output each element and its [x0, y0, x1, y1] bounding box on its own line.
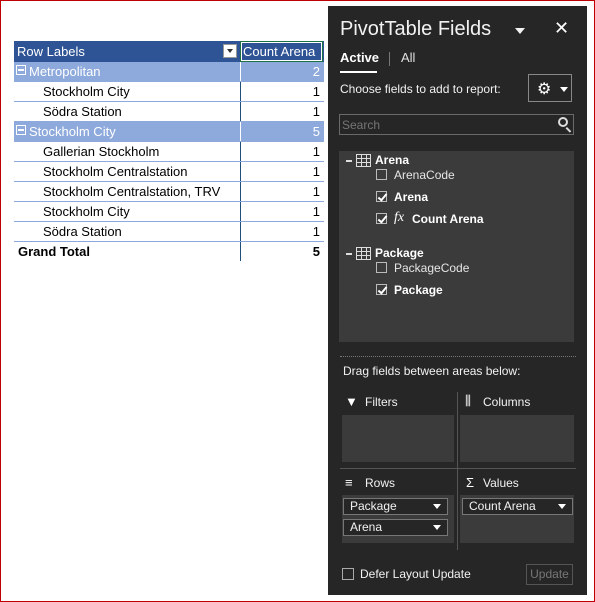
item-count[interactable]: 1 — [240, 162, 323, 181]
group-label: Stockholm City — [29, 124, 116, 139]
field-label[interactable]: PackageCode — [394, 261, 469, 275]
field-checkbox-count-arena[interactable] — [376, 213, 387, 224]
grand-total-count[interactable]: 5 — [240, 242, 323, 261]
field-label[interactable]: Count Arena — [412, 212, 484, 226]
tab-active[interactable]: Active — [340, 50, 379, 73]
group-count[interactable]: 2 — [240, 62, 323, 81]
search-input[interactable] — [339, 114, 574, 135]
values-field-chip-count-arena[interactable]: Count Arena — [462, 498, 573, 515]
group-count[interactable]: 5 — [240, 122, 323, 141]
pivot-item-row[interactable]: Södra Station 1 — [14, 222, 324, 242]
filters-drop-area[interactable] — [342, 415, 454, 462]
item-count[interactable]: 1 — [240, 82, 323, 101]
pane-splitter[interactable] — [340, 356, 576, 358]
rows-icon: ≡ — [345, 475, 353, 490]
item-count[interactable]: 1 — [240, 142, 323, 161]
group-label: Metropolitan — [29, 64, 101, 79]
collapse-icon[interactable] — [16, 65, 26, 75]
pivot-item-row[interactable]: Södra Station 1 — [14, 102, 324, 122]
fx-icon: fx — [394, 210, 405, 225]
table-icon — [356, 154, 371, 167]
columns-drop-area[interactable] — [460, 415, 574, 462]
drag-fields-label: Drag fields between areas below: — [343, 364, 521, 378]
item-label: Gallerian Stockholm — [43, 144, 160, 159]
rows-area-label: Rows — [365, 476, 396, 490]
chevron-down-icon — [560, 87, 568, 92]
item-label: Södra Station — [43, 104, 122, 119]
close-icon[interactable]: ✕ — [554, 18, 569, 39]
field-checkbox-arenacode[interactable] — [376, 169, 387, 180]
grand-total-row[interactable]: Grand Total 5 — [14, 242, 324, 262]
field-label[interactable]: Arena — [394, 190, 428, 204]
item-label: Stockholm City — [43, 204, 130, 219]
grand-total-label: Grand Total — [18, 244, 90, 259]
chevron-down-icon[interactable] — [558, 504, 566, 509]
tools-button[interactable]: ⚙ — [528, 74, 572, 102]
defer-layout-update-checkbox[interactable] — [342, 568, 354, 580]
count-arena-header[interactable]: Count Arena — [240, 41, 323, 62]
field-checkbox-packagecode[interactable] — [376, 262, 387, 273]
chip-label: Arena — [350, 520, 383, 534]
defer-layout-update-label[interactable]: Defer Layout Update — [360, 567, 471, 581]
tab-all[interactable]: All — [401, 50, 415, 65]
chevron-down-icon[interactable] — [433, 504, 441, 509]
search-icon[interactable] — [558, 117, 568, 127]
field-list: Arena ArenaCode Arena fx Count Arena Pac… — [339, 151, 574, 342]
choose-fields-label: Choose fields to add to report: — [340, 82, 501, 96]
rows-field-chip-arena[interactable]: Arena — [343, 519, 448, 536]
columns-area-label: Columns — [483, 395, 531, 409]
item-count[interactable]: 1 — [240, 182, 323, 201]
item-label: Södra Station — [43, 224, 122, 239]
table-name[interactable]: Arena — [375, 153, 409, 167]
pivot-item-row[interactable]: Stockholm City 1 — [14, 82, 324, 102]
rows-field-chip-package[interactable]: Package — [343, 498, 448, 515]
filters-area-label: Filters — [365, 395, 398, 409]
collapse-icon[interactable] — [346, 160, 352, 162]
collapse-icon[interactable] — [16, 125, 26, 135]
sigma-icon: Σ — [466, 475, 475, 490]
item-label: Stockholm City — [43, 84, 130, 99]
pivot-item-row[interactable]: Stockholm Centralstation 1 — [14, 162, 324, 182]
values-area-label: Values — [483, 476, 519, 490]
tab-separator — [389, 52, 390, 66]
pivot-item-row[interactable]: Gallerian Stockholm 1 — [14, 142, 324, 162]
area-divider — [340, 468, 576, 469]
field-checkbox-package[interactable] — [376, 284, 387, 295]
row-labels-header[interactable]: Row Labels — [14, 41, 242, 62]
pivot-item-row[interactable]: Stockholm City 1 — [14, 202, 324, 222]
table-name[interactable]: Package — [375, 246, 424, 260]
window-border-top — [0, 0, 595, 1]
update-button[interactable]: Update — [526, 564, 573, 585]
field-label[interactable]: Package — [394, 283, 443, 297]
item-label: Stockholm Centralstation — [43, 164, 188, 179]
gear-icon: ⚙ — [537, 81, 552, 98]
chip-label: Package — [350, 499, 397, 513]
pivot-table: Row Labels Count Arena Metropolitan 2 St… — [14, 41, 324, 262]
pane-options-dropdown-icon[interactable] — [515, 28, 525, 34]
pane-title: PivotTable Fields — [340, 18, 492, 40]
table-icon — [356, 247, 371, 260]
columns-icon: ⫼ — [465, 393, 471, 408]
row-labels-filter-button[interactable] — [223, 44, 237, 58]
filter-icon: ▼ — [345, 394, 358, 409]
field-checkbox-arena[interactable] — [376, 191, 387, 202]
field-label[interactable]: ArenaCode — [394, 168, 455, 182]
item-label: Stockholm Centralstation, TRV — [43, 184, 221, 199]
item-count[interactable]: 1 — [240, 202, 323, 221]
pivot-group-row[interactable]: Stockholm City 5 — [14, 122, 324, 142]
area-divider — [457, 392, 458, 550]
collapse-icon[interactable] — [346, 253, 352, 255]
pivot-header-row: Row Labels Count Arena — [14, 41, 324, 62]
window-border-left — [0, 0, 1, 602]
item-count[interactable]: 1 — [240, 102, 323, 121]
pivot-item-row[interactable]: Stockholm Centralstation, TRV 1 — [14, 182, 324, 202]
item-count[interactable]: 1 — [240, 222, 323, 241]
pivottable-fields-pane: PivotTable Fields ✕ Active All Choose fi… — [328, 6, 587, 595]
pivot-group-row[interactable]: Metropolitan 2 — [14, 62, 324, 82]
chevron-down-icon[interactable] — [433, 525, 441, 530]
chip-label: Count Arena — [469, 499, 536, 513]
